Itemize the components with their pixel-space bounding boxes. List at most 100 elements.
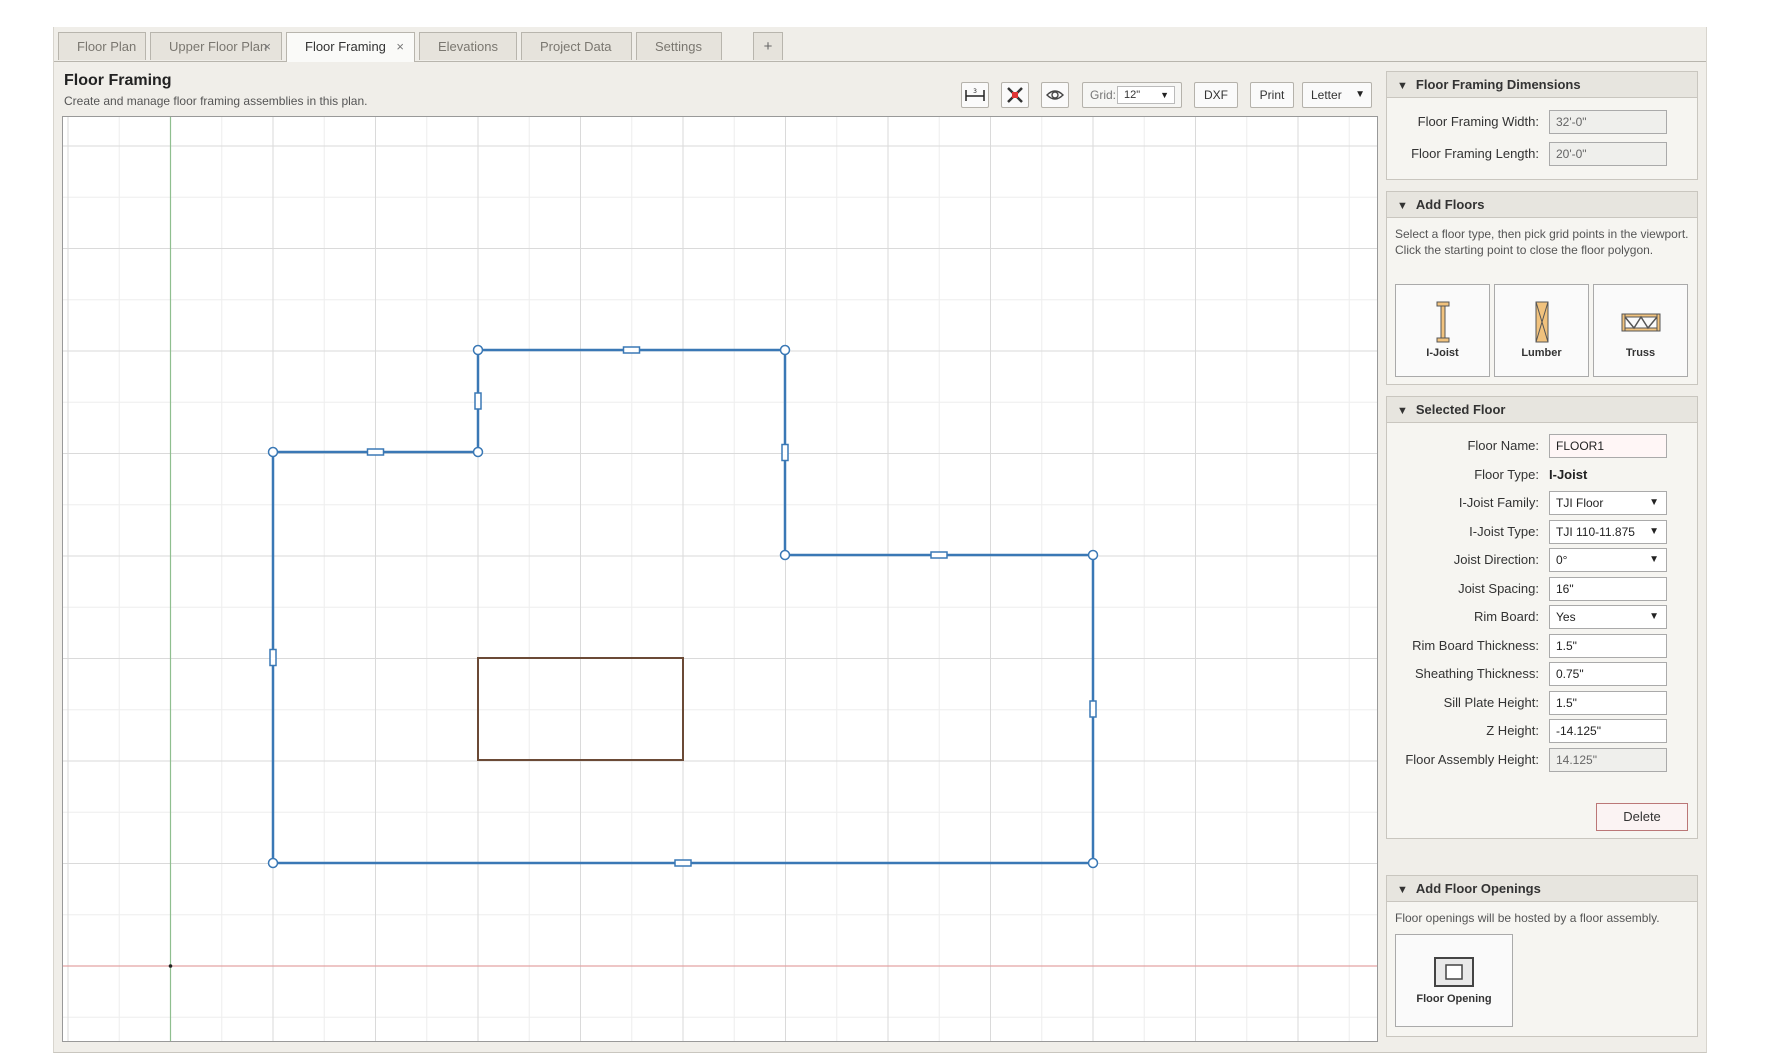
rim-board-label: Rim Board: (1473, 609, 1539, 624)
vertex-handle[interactable] (472, 446, 484, 458)
floor-name-input[interactable]: FLOOR1 (1549, 434, 1667, 458)
panel-header[interactable]: ▼ Selected Floor (1387, 397, 1697, 423)
i-joist-family-select[interactable]: TJI Floor ▼ (1549, 491, 1667, 515)
tab-label: Elevations (438, 39, 498, 54)
vertex-handle[interactable] (779, 344, 791, 356)
tab-label: Upper Floor Plan (169, 39, 268, 54)
tab-upper-floor-plan[interactable]: Upper Floor Plan × (150, 32, 282, 60)
dimension-icon: 3 (965, 88, 985, 101)
grid-label: Grid: (1090, 88, 1117, 102)
vertex-handle[interactable] (779, 549, 791, 561)
eye-icon (1046, 90, 1064, 100)
floor-openings-panel: ▼ Add Floor Openings Floor openings will … (1386, 875, 1698, 1037)
collapse-icon[interactable]: ▼ (1397, 80, 1408, 92)
tab-elevations[interactable]: Elevations (419, 32, 517, 60)
dxf-button[interactable]: DXF (1194, 82, 1238, 108)
truss-label: Truss (1625, 347, 1656, 359)
vertex-handle[interactable] (472, 344, 484, 356)
joist-direction-select[interactable]: 0° ▼ (1549, 548, 1667, 572)
i-joist-type-value: TJI 110-11.875 (1556, 525, 1635, 539)
chevron-down-icon: ▼ (1649, 611, 1659, 622)
chevron-down-icon: ▼ (1649, 554, 1659, 565)
tab-floor-plan[interactable]: Floor Plan (58, 32, 146, 60)
panel-header[interactable]: ▼ Add Floors (1387, 192, 1697, 218)
edge-midpoint-handle[interactable] (269, 648, 277, 667)
collapse-icon[interactable]: ▼ (1397, 405, 1408, 417)
floor-openings-help: Floor openings will be hosted by a floor… (1395, 911, 1660, 925)
sill-plate-height-input[interactable]: 1.5" (1549, 691, 1667, 715)
panel-title: Floor Framing Dimensions (1415, 77, 1581, 92)
edge-midpoint-handle[interactable] (1089, 700, 1097, 718)
collapse-icon[interactable]: ▼ (1397, 200, 1408, 212)
framing-dimensions-panel: ▼ Floor Framing Dimensions Floor Framing … (1386, 71, 1698, 180)
visibility-button[interactable] (1041, 82, 1069, 108)
edge-midpoint-handle[interactable] (781, 443, 789, 462)
edge-midpoint-handle[interactable] (622, 346, 641, 354)
tab-settings[interactable]: Settings (636, 32, 722, 60)
panel-title: Add Floors (1415, 197, 1485, 212)
floor-type-value: I-Joist (1549, 467, 1588, 482)
rim-board-select[interactable]: Yes ▼ (1549, 605, 1667, 629)
close-icon[interactable]: × (263, 33, 271, 61)
grid-size-select[interactable]: 12" ▼ (1117, 86, 1175, 104)
paper-size-value: Letter (1311, 88, 1342, 102)
tab-label: Project Data (540, 39, 612, 54)
i-joist-type-select[interactable]: TJI 110-11.875 ▼ (1549, 520, 1667, 544)
vertex-handle[interactable] (267, 446, 279, 458)
tab-floor-framing[interactable]: Floor Framing × (286, 32, 415, 62)
svg-text:3: 3 (973, 88, 977, 95)
add-floors-panel: ▼ Add Floors Select a floor type, then pi… (1386, 191, 1698, 385)
vertex-handle[interactable] (267, 857, 279, 869)
z-height-input[interactable]: -14.125" (1549, 719, 1667, 743)
page-subtitle: Create and manage floor framing assembli… (64, 94, 368, 108)
panel-header[interactable]: ▼ Add Floor Openings (1387, 876, 1697, 902)
lumber-button[interactable]: Lumber (1494, 284, 1589, 377)
vertex-handle[interactable] (1087, 857, 1099, 869)
page-title: Floor Framing (64, 72, 172, 89)
viewport-drawing[interactable] (63, 117, 1377, 1041)
grid-control: Grid: 12" ▼ (1082, 82, 1182, 108)
framing-length-label: Floor Framing Length: (1411, 146, 1539, 161)
selected-floor-panel: ▼ Selected Floor Floor Name: FLOOR1 Floor… (1386, 396, 1698, 839)
chevron-down-icon: ▼ (1160, 90, 1169, 100)
chevron-down-icon: ▼ (1649, 526, 1659, 537)
grid-size-value: 12" (1124, 89, 1141, 101)
floor-name-label: Floor Name: (1467, 438, 1539, 453)
panel-title: Add Floor Openings (1415, 881, 1541, 896)
edge-midpoint-handle[interactable] (930, 551, 948, 559)
edge-midpoint-handle[interactable] (674, 859, 692, 867)
add-floors-help: Select a floor type, then pick grid poin… (1395, 227, 1689, 257)
sill-plate-height-label: Sill Plate Height: (1443, 695, 1539, 710)
tab-label: Settings (655, 39, 702, 54)
paper-size-select[interactable]: Letter ▼ (1302, 82, 1372, 108)
sheathing-thickness-label: Sheathing Thickness: (1414, 666, 1539, 681)
snap-icon (1007, 87, 1023, 103)
rim-board-thickness-input[interactable]: 1.5" (1549, 634, 1667, 658)
truss-button[interactable]: Truss (1593, 284, 1688, 377)
tab-label: Floor Plan (77, 39, 137, 54)
app-window: Floor Plan Upper Floor Plan × Floor Fram… (53, 27, 1707, 1053)
tab-bar: Floor Plan Upper Floor Plan × Floor Fram… (54, 27, 1706, 62)
i-joist-label: I-Joist (1426, 347, 1459, 359)
framing-viewport[interactable] (62, 116, 1378, 1042)
panel-header[interactable]: ▼ Floor Framing Dimensions (1387, 72, 1697, 98)
edge-midpoint-handle[interactable] (366, 448, 385, 456)
dimension-button[interactable]: 3 (961, 82, 989, 108)
close-icon[interactable]: × (396, 33, 404, 61)
sheathing-thickness-input[interactable]: 0.75" (1549, 662, 1667, 686)
vertex-handle[interactable] (1087, 549, 1099, 561)
tab-project-data[interactable]: Project Data (521, 32, 632, 60)
origin-point (168, 964, 173, 968)
floor-assembly-height-field: 14.125" (1549, 748, 1667, 772)
i-joist-button[interactable]: I-Joist (1395, 284, 1490, 377)
i-joist-family-value: TJI Floor (1556, 496, 1604, 510)
floor-type-label: Floor Type: (1474, 467, 1539, 482)
floor-opening-button[interactable]: Floor Opening (1395, 934, 1513, 1027)
delete-floor-button[interactable]: Delete (1596, 803, 1688, 831)
joist-spacing-input[interactable]: 16" (1549, 577, 1667, 601)
snap-button[interactable] (1001, 82, 1029, 108)
edge-midpoint-handle[interactable] (474, 392, 482, 410)
print-button[interactable]: Print (1250, 82, 1294, 108)
add-tab-button[interactable]: + (753, 32, 783, 60)
collapse-icon[interactable]: ▼ (1397, 884, 1408, 896)
